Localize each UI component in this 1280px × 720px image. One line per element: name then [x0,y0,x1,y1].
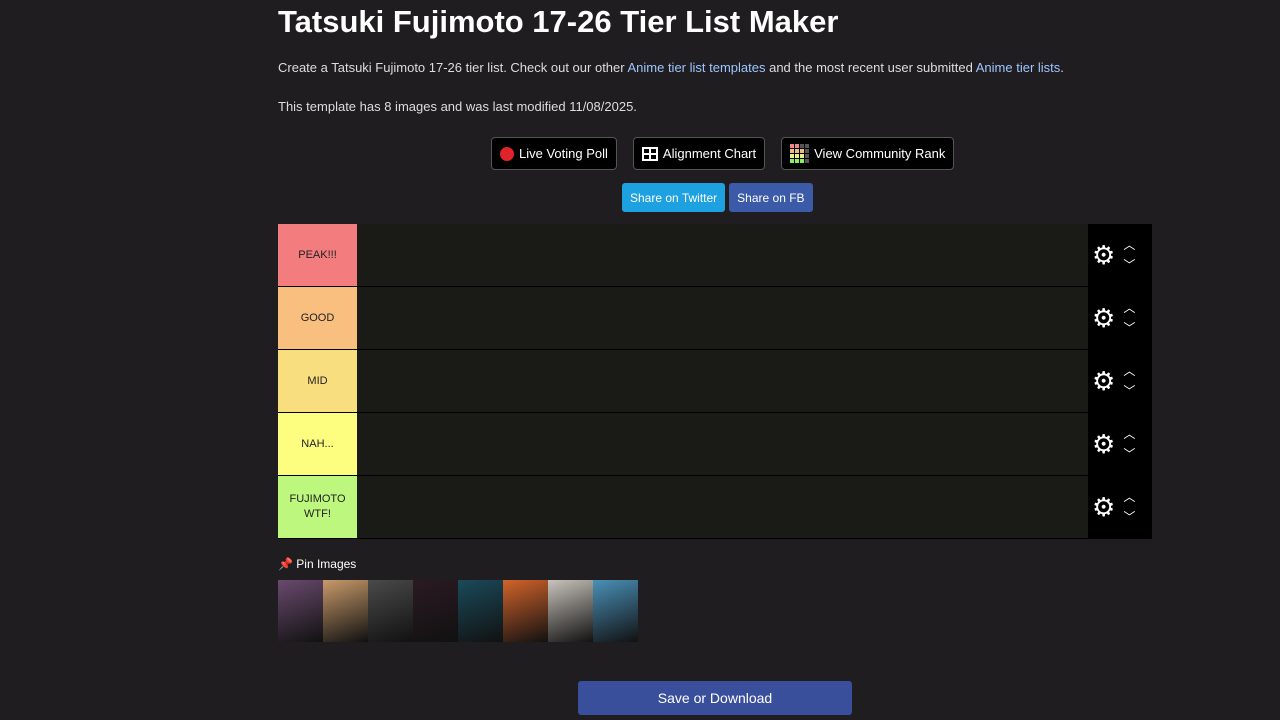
tier-row: MID ⚙ ︿ ﹀ [278,350,1152,413]
tier-controls: ⚙ ︿ ﹀ [1088,287,1152,349]
tier-label[interactable]: PEAK!!! [278,224,357,286]
tier-drop-zone[interactable] [357,287,1088,349]
intro-text-end: . [1060,60,1064,75]
tier-list: PEAK!!! ⚙ ︿ ﹀ GOOD ⚙ ︿ ﹀ MID ⚙ ︿ ﹀ NAH... ⚙ ︿ ﹀… [278,224,1152,539]
share-twitter-button[interactable]: Share on Twitter [622,183,726,212]
pool-image-cover-3[interactable] [368,580,413,642]
tier-drop-zone[interactable] [357,476,1088,538]
poll-label: Live Voting Poll [519,146,608,161]
gear-icon[interactable]: ⚙ [1092,305,1115,331]
gear-icon[interactable]: ⚙ [1092,494,1115,520]
chevron-down-icon[interactable]: ﹀ [1123,320,1135,336]
chevron-down-icon[interactable]: ﹀ [1123,257,1135,273]
intro-text-start: Create a Tatsuki Fujimoto 17-26 tier lis… [278,60,628,75]
tier-row: GOOD ⚙ ︿ ﹀ [278,287,1152,350]
anime-tier-lists-link[interactable]: Anime tier lists [976,60,1061,75]
save-download-button[interactable]: Save or Download [578,681,852,715]
chevron-down-icon[interactable]: ﹀ [1123,509,1135,525]
tier-label[interactable]: FUJIMOTO WTF! [278,476,357,538]
pool-image-cover-5[interactable] [458,580,503,642]
action-buttons: Live Voting Poll Alignment Chart View Co… [491,137,955,170]
chevron-up-icon[interactable]: ︿ [1123,489,1135,505]
tier-controls: ⚙ ︿ ﹀ [1088,413,1152,475]
grid-icon [641,146,658,161]
chevron-up-icon[interactable]: ︿ [1123,363,1135,379]
share-fb-button[interactable]: Share on FB [729,183,813,212]
tier-drop-zone[interactable] [357,350,1088,412]
chevron-down-icon[interactable]: ﹀ [1123,446,1135,462]
chevron-down-icon[interactable]: ﹀ [1123,383,1135,399]
live-voting-poll-button[interactable]: Live Voting Poll [491,137,617,170]
tier-row: PEAK!!! ⚙ ︿ ﹀ [278,224,1152,287]
chevron-up-icon[interactable]: ︿ [1123,300,1135,316]
tier-label[interactable]: MID [278,350,357,412]
gear-icon[interactable]: ⚙ [1092,431,1115,457]
tier-drop-zone[interactable] [357,413,1088,475]
pool-image-cover-2[interactable] [323,580,368,642]
tier-controls: ⚙ ︿ ﹀ [1088,224,1152,286]
alignment-label: Alignment Chart [662,146,757,161]
tier-grid-icon [790,144,810,163]
tier-label[interactable]: GOOD [278,287,357,349]
share-buttons: Share on Twitter Share on FB [622,183,813,212]
pool-image-cover-7[interactable] [548,580,593,642]
tier-controls: ⚙ ︿ ﹀ [1088,476,1152,538]
pool-image-cover-4[interactable] [413,580,458,642]
chevron-up-icon[interactable]: ︿ [1123,237,1135,253]
pool-image-cover-8[interactable] [593,580,638,642]
intro-text-middle: and the most recent user submitted [765,60,976,75]
gear-icon[interactable]: ⚙ [1092,368,1115,394]
alignment-chart-button[interactable]: Alignment Chart [632,137,766,170]
template-meta: This template has 8 images and was last … [278,99,637,114]
pool-image-cover-1[interactable] [278,580,323,642]
pool-image-cover-6[interactable] [503,580,548,642]
gear-icon[interactable]: ⚙ [1092,242,1115,268]
intro-text: Create a Tatsuki Fujimoto 17-26 tier lis… [278,60,1064,75]
chevron-up-icon[interactable]: ︿ [1123,426,1135,442]
tier-label[interactable]: NAH... [278,413,357,475]
view-community-rank-button[interactable]: View Community Rank [781,137,955,170]
community-label: View Community Rank [814,146,946,161]
tier-row: NAH... ⚙ ︿ ﹀ [278,413,1152,476]
tier-drop-zone[interactable] [357,224,1088,286]
image-pool [278,580,638,642]
pin-images-toggle[interactable]: 📌 Pin Images [278,557,356,571]
red-dot-icon [500,146,514,161]
tier-row: FUJIMOTO WTF! ⚙ ︿ ﹀ [278,476,1152,539]
anime-templates-link[interactable]: Anime tier list templates [627,60,765,75]
page-title: Tatsuki Fujimoto 17-26 Tier List Maker [278,4,839,39]
tier-controls: ⚙ ︿ ﹀ [1088,350,1152,412]
